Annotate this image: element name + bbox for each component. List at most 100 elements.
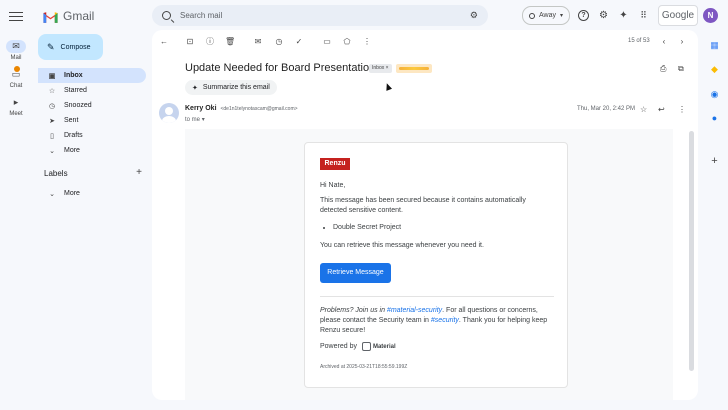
rail-item-chat[interactable]: ▭ Chat xyxy=(0,66,32,89)
nav-item-inbox[interactable]: ▣ Inbox xyxy=(38,68,146,83)
add-label-icon[interactable]: + xyxy=(136,168,142,178)
more-vert-icon[interactable]: ⋮ xyxy=(362,37,372,47)
archived-timestamp: Archived at 2025-03-21T18:55:59.199Z xyxy=(320,364,408,370)
list-item: Double Secret Project xyxy=(333,223,401,233)
help-icon[interactable]: ? xyxy=(578,10,589,21)
summarize-button[interactable]: ✦ Summarize this email xyxy=(185,80,277,95)
settings-icon[interactable]: ⚙ xyxy=(598,10,609,21)
older-chevron-icon[interactable]: › xyxy=(677,37,687,47)
chevron-down-icon: ⌄ xyxy=(49,190,55,198)
chevron-down-icon: ▾ xyxy=(201,117,205,123)
powered-by-label: Powered by xyxy=(320,343,357,350)
main-menu-icon[interactable] xyxy=(9,9,23,23)
material-security-link[interactable]: #material-security xyxy=(387,307,442,314)
chevron-down-icon: ⌄ xyxy=(49,147,55,155)
reply-icon[interactable]: ↩ xyxy=(658,105,665,114)
nav-label: More xyxy=(64,190,80,197)
nav-label: More xyxy=(64,147,80,154)
nav-label: Sent xyxy=(64,117,79,124)
gmail-logo[interactable]: Gmail xyxy=(42,9,94,23)
more-vert-icon[interactable]: ⋮ xyxy=(678,105,686,114)
nav-label: Inbox xyxy=(64,72,83,79)
redacted-label-chip[interactable] xyxy=(396,64,432,73)
newer-chevron-icon[interactable]: ‹ xyxy=(659,37,669,47)
search-input[interactable]: Search mail xyxy=(180,11,470,20)
rail-label-chat: Chat xyxy=(9,83,23,89)
search-bar[interactable]: Search mail ⚙ xyxy=(152,5,488,26)
material-logo-icon xyxy=(361,342,371,351)
support-text: Problems? Join us in #material-security.… xyxy=(320,306,554,336)
mail-icon: ✉ xyxy=(12,41,20,51)
add-addon-icon[interactable]: + xyxy=(709,156,720,167)
labels-title: Labels xyxy=(44,169,68,178)
apps-grid-icon[interactable]: ⠿ xyxy=(638,10,649,21)
report-spam-icon[interactable]: ⓘ xyxy=(205,37,215,47)
scrollbar-thumb[interactable] xyxy=(689,131,694,371)
nav-label: Drafts xyxy=(64,132,83,139)
inbox-label-chip[interactable]: Inbox × xyxy=(369,64,392,73)
secured-notice: This message has been secured because it… xyxy=(320,197,526,214)
chat-badge xyxy=(14,66,20,72)
inbox-icon: ▣ xyxy=(48,72,56,80)
sender-name[interactable]: Kerry Oki xyxy=(185,105,217,112)
security-channel-link[interactable]: #security xyxy=(431,317,459,324)
labels-heading: Labels + xyxy=(44,168,142,179)
retrieve-message-button[interactable]: Retrieve Message xyxy=(320,263,391,283)
recipient-toggle[interactable]: to me ▾ xyxy=(185,116,205,123)
app-rail: ✉ Mail ▭ Chat ▸ Meet xyxy=(0,0,32,410)
rail-item-mail[interactable]: ✉ Mail xyxy=(0,40,32,61)
search-icon[interactable] xyxy=(162,11,171,20)
keep-icon[interactable]: ◆ xyxy=(709,64,720,75)
add-task-icon[interactable]: ✓ xyxy=(294,37,304,47)
nav-item-starred[interactable]: ☆ Starred xyxy=(38,83,146,98)
move-to-icon[interactable]: ▭ xyxy=(322,37,332,47)
compose-button[interactable]: ✎ Compose xyxy=(38,34,103,60)
nav-item-sent[interactable]: ➤ Sent xyxy=(38,113,146,128)
divider xyxy=(320,296,554,297)
material-label: Material xyxy=(372,343,396,350)
compose-label: Compose xyxy=(60,43,91,51)
print-icon[interactable]: ⎙ xyxy=(660,64,666,74)
support-lead: Problems? Join us in xyxy=(320,307,387,314)
nav-item-more[interactable]: ⌄ More xyxy=(38,143,146,158)
rail-label-mail: Mail xyxy=(10,55,22,61)
star-icon: ☆ xyxy=(48,87,56,95)
greeting: Hi Nate, xyxy=(320,182,346,189)
contacts-icon[interactable]: ● xyxy=(709,113,720,124)
star-icon[interactable]: ☆ xyxy=(640,105,647,114)
rail-label-meet: Meet xyxy=(9,111,23,117)
nav-item-drafts[interactable]: ▯ Drafts xyxy=(38,128,146,143)
renzu-logo: Renzu xyxy=(320,158,350,170)
back-arrow-icon[interactable]: ← xyxy=(159,37,169,47)
mark-unread-icon[interactable]: ✉ xyxy=(253,37,263,47)
open-new-window-icon[interactable]: ⧉ xyxy=(678,64,684,74)
google-account-logo[interactable]: Google xyxy=(658,5,698,26)
pencil-icon: ✎ xyxy=(47,41,55,52)
status-icon xyxy=(529,12,535,19)
calendar-icon[interactable]: ▦ xyxy=(709,40,720,51)
powered-by: Powered by Material xyxy=(320,342,396,351)
snooze-icon[interactable]: ◷ xyxy=(274,37,284,47)
nav-item-snoozed[interactable]: ◷ Snoozed xyxy=(38,98,146,113)
account-avatar[interactable]: N xyxy=(703,8,718,23)
email-subject: Update Needed for Board Presentation xyxy=(185,62,376,74)
gmail-m-icon xyxy=(43,11,58,23)
delete-icon[interactable]: 🗑 xyxy=(225,37,235,47)
labels-more-item[interactable]: ⌄ More xyxy=(38,186,146,201)
archive-icon[interactable]: ⊡ xyxy=(185,37,195,47)
pager-count: 15 of 53 xyxy=(628,38,650,44)
gemini-icon[interactable]: ✦ xyxy=(618,10,629,21)
sender-avatar[interactable] xyxy=(159,103,179,123)
material-logo: Material xyxy=(361,342,396,351)
status-label: Away xyxy=(539,12,556,19)
rail-item-meet[interactable]: ▸ Meet xyxy=(0,96,32,118)
label-icon[interactable]: ⬠ xyxy=(342,37,352,47)
tasks-icon[interactable]: ◉ xyxy=(709,89,720,100)
search-options-icon[interactable]: ⚙ xyxy=(470,10,478,21)
status-selector[interactable]: Away ▾ xyxy=(522,6,571,25)
video-icon: ▸ xyxy=(13,97,19,107)
mouse-cursor xyxy=(383,82,393,91)
to-label: to me xyxy=(185,117,201,123)
secured-message-card: Renzu Hi Nate, This message has been sec… xyxy=(304,142,568,388)
nav-label: Starred xyxy=(64,87,87,94)
